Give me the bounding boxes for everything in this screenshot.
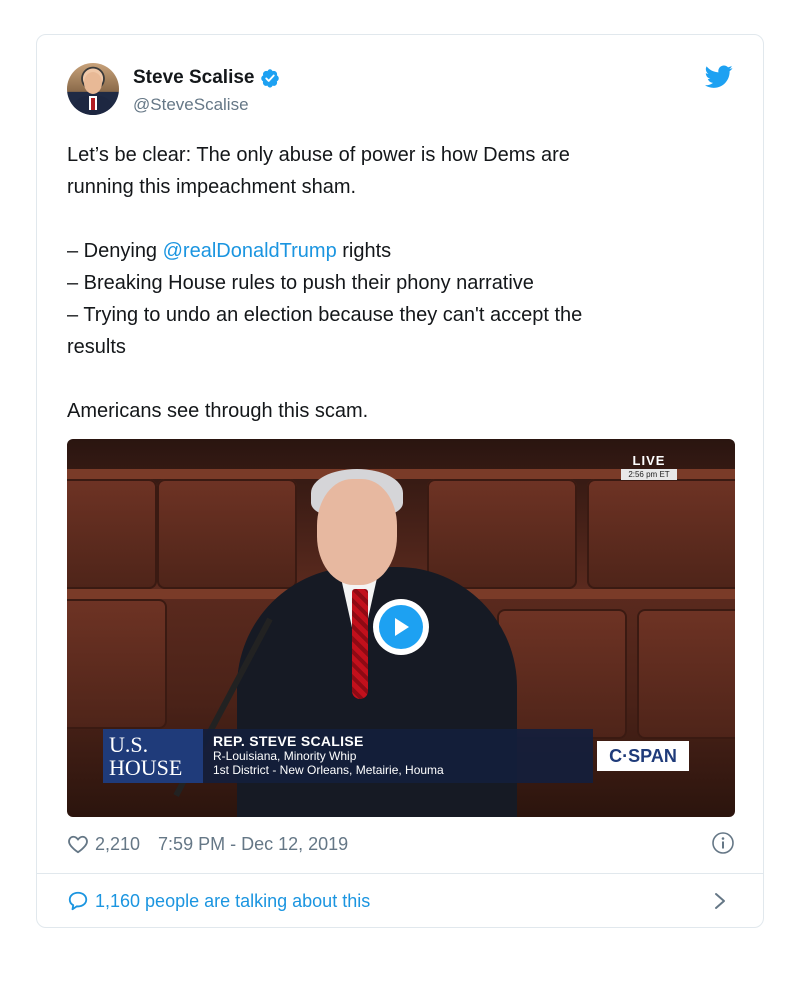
conversation-link[interactable]: 1,160 people are talking about this — [67, 887, 735, 915]
house-line-2: HOUSE — [109, 755, 183, 780]
speech-bubble-icon — [68, 891, 88, 911]
author-handle[interactable]: @SteveScalise — [133, 95, 249, 115]
chevron-right-icon[interactable] — [713, 891, 727, 911]
play-button[interactable] — [373, 599, 429, 655]
tweet-text-line: running this impeachment sham. — [67, 176, 357, 198]
cspan-logo: C·SPAN — [597, 741, 689, 771]
live-time: 2:56 pm ET — [621, 469, 677, 480]
live-badge: LIVE 2:56 pm ET — [621, 453, 677, 480]
timestamp[interactable]: 7:59 PM - Dec 12, 2019 — [158, 834, 348, 855]
divider — [37, 873, 763, 874]
play-icon — [395, 618, 409, 636]
video-player[interactable]: LIVE 2:56 pm ET U.S. HOUSE REP. STEVE SC… — [67, 439, 735, 817]
talking-count-text[interactable]: 1,160 people are talking about this — [95, 891, 370, 912]
tweet-meta: 2,210 7:59 PM - Dec 12, 2019 — [67, 831, 735, 857]
tweet-text-line: Let’s be clear: The only abuse of power … — [67, 144, 570, 166]
lower-third-caption: U.S. HOUSE REP. STEVE SCALISE R-Louisian… — [103, 729, 593, 783]
author-name-row[interactable]: Steve Scalise — [133, 67, 280, 89]
verified-badge-icon — [261, 69, 280, 88]
tweet-closing: Americans see through this scam. — [67, 400, 369, 422]
tweet-bullet-1: – Denying @realDonaldTrump rights — [67, 235, 727, 267]
bullet-text: – Denying — [67, 240, 163, 262]
mention-link[interactable]: @realDonaldTrump — [163, 240, 337, 262]
heart-icon[interactable] — [67, 834, 89, 854]
tweet-card: Steve Scalise @SteveScalise Let’s be cle… — [36, 34, 764, 928]
house-line-1: U.S. — [109, 732, 149, 757]
avatar[interactable] — [67, 63, 119, 115]
caption-line-1: R-Louisiana, Minority Whip — [213, 749, 357, 763]
tweet-bullet-2: – Breaking House rules to push their pho… — [67, 272, 534, 294]
caption-line-2: 1st District - New Orleans, Metairie, Ho… — [213, 763, 444, 777]
us-house-logo: U.S. HOUSE — [103, 729, 203, 783]
tweet-bullet-3-cont: results — [67, 336, 126, 358]
bullet-text: rights — [336, 240, 392, 262]
tweet-text: Let’s be clear: The only abuse of power … — [67, 139, 727, 427]
live-label: LIVE — [632, 453, 666, 468]
like-count[interactable]: 2,210 — [95, 834, 140, 855]
twitter-bird-icon[interactable] — [705, 65, 733, 89]
caption-name: REP. STEVE SCALISE — [213, 733, 364, 749]
tweet-bullet-3: – Trying to undo an election because the… — [67, 304, 583, 326]
info-icon[interactable] — [711, 831, 735, 855]
display-name[interactable]: Steve Scalise — [133, 67, 254, 89]
caption-box: REP. STEVE SCALISE R-Louisiana, Minority… — [203, 729, 593, 783]
